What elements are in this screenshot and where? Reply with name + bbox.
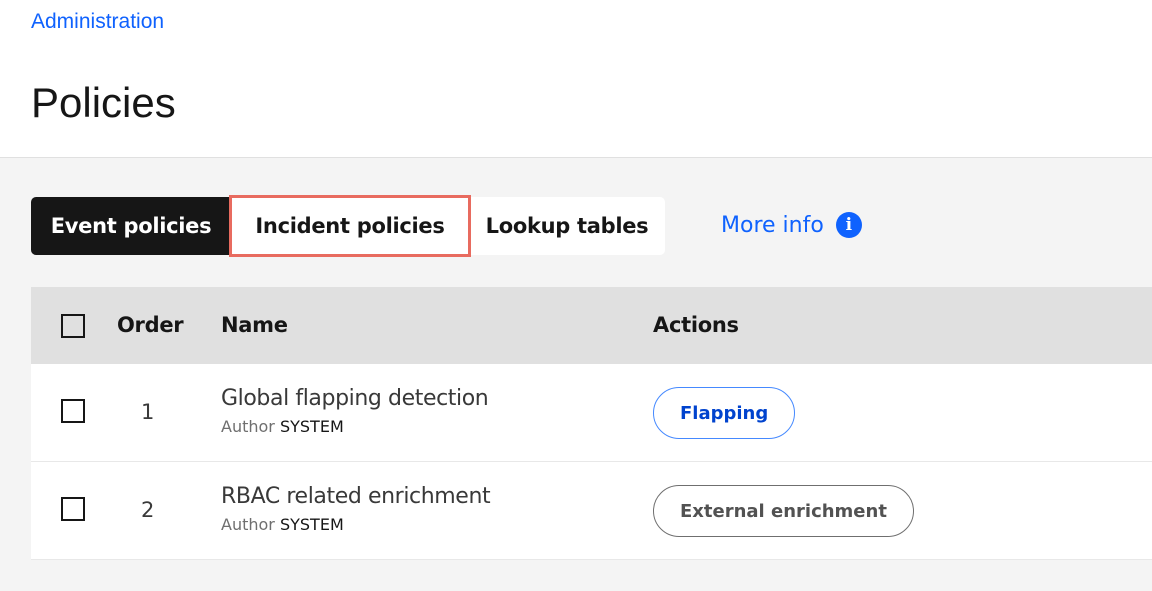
action-tag-external-enrichment[interactable]: External enrichment (653, 485, 914, 537)
author-label: Author (221, 417, 275, 436)
author-line: Author SYSTEM (221, 417, 488, 436)
policy-name[interactable]: Global flapping detection (221, 386, 489, 411)
policy-tabs: Event policies Incident policies Lookup … (31, 195, 665, 257)
order-cell: 1 (141, 400, 155, 424)
more-info-label: More info (721, 212, 824, 238)
page-header: Administration Policies (0, 0, 1152, 158)
row-checkbox[interactable] (61, 497, 85, 521)
order-cell: 2 (141, 498, 155, 522)
author-label: Author (221, 515, 275, 534)
tab-incident-policies[interactable]: Incident policies (229, 195, 471, 257)
select-all-checkbox[interactable] (61, 314, 85, 338)
column-header-actions: Actions (653, 313, 739, 337)
column-header-order[interactable]: Order (117, 313, 184, 337)
column-header-name[interactable]: Name (221, 313, 288, 337)
table-row[interactable]: 1 Global flapping detection Author SYSTE… (31, 364, 1152, 462)
policies-table: Order Name Actions 1 Global flapping det… (31, 287, 1152, 560)
tab-event-policies[interactable]: Event policies (31, 197, 231, 255)
author-line: Author SYSTEM (221, 515, 490, 534)
table-row[interactable]: 2 RBAC related enrichment Author SYSTEM … (31, 462, 1152, 560)
name-cell: Global flapping detection Author SYSTEM (221, 386, 489, 436)
page-title: Policies (31, 79, 176, 126)
tab-lookup-tables[interactable]: Lookup tables (469, 197, 665, 255)
author-name: SYSTEM (279, 515, 344, 534)
more-info-link[interactable]: More info i (721, 212, 862, 238)
policy-name[interactable]: RBAC related enrichment (221, 484, 491, 509)
info-icon: i (835, 212, 862, 238)
name-cell: RBAC related enrichment Author SYSTEM (221, 484, 491, 534)
row-checkbox[interactable] (61, 399, 85, 423)
breadcrumb-administration[interactable]: Administration (31, 10, 164, 34)
action-tag-flapping[interactable]: Flapping (653, 387, 796, 439)
table-header: Order Name Actions (31, 287, 1152, 364)
author-name: SYSTEM (279, 417, 344, 436)
